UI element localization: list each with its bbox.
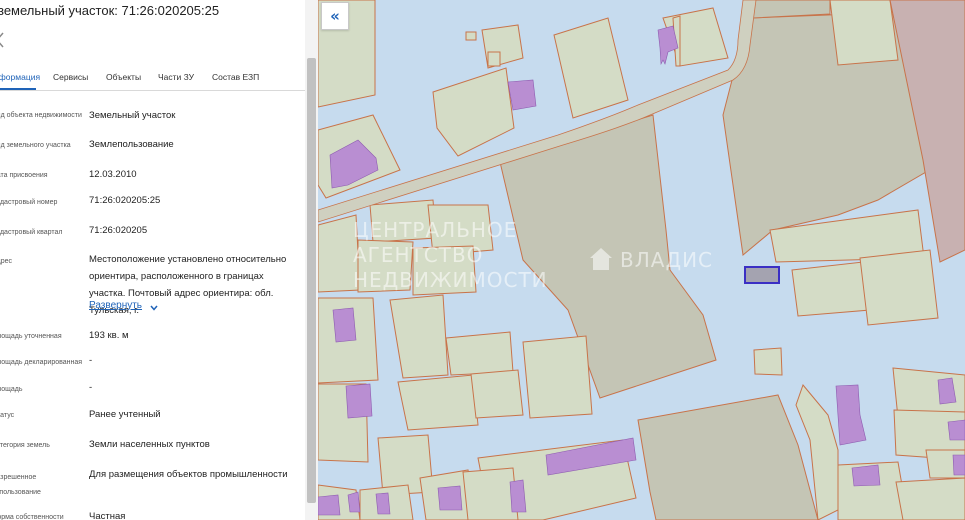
attr-value-assignment-date: 12.03.2010 bbox=[89, 169, 137, 180]
active-tab-indicator bbox=[0, 88, 36, 90]
watermark-line: ЦЕНТРАЛЬНОЕ bbox=[353, 218, 518, 242]
attr-label-status: Статус bbox=[0, 412, 15, 419]
tab-ezp-composition[interactable]: Состав ЕЗП bbox=[212, 72, 259, 82]
house-logo-icon bbox=[590, 248, 612, 270]
building bbox=[835, 384, 867, 446]
building bbox=[509, 479, 527, 513]
building bbox=[375, 492, 391, 515]
attr-value-cadastral-quarter: 71:26:020205 bbox=[89, 225, 148, 236]
parcel bbox=[895, 477, 965, 520]
attr-value-permitted-use: Для размещения объектов промышленности bbox=[89, 469, 288, 480]
attr-value-object-type: Земельный участок bbox=[89, 110, 176, 121]
panel-scrollbar-thumb[interactable] bbox=[307, 58, 316, 503]
watermark-line: АГЕНТСТВО bbox=[353, 243, 484, 267]
building bbox=[507, 79, 537, 111]
tab-services[interactable]: Сервисы bbox=[53, 72, 88, 82]
attr-label-object-type: Вид объекта недвижимости bbox=[0, 112, 82, 119]
attr-label-assignment-date: Дата присвоения bbox=[0, 172, 48, 179]
collapse-panel-button[interactable]: « bbox=[321, 2, 349, 30]
info-panel: земельный участок: 71:26:020205:25 Инфор… bbox=[0, 0, 305, 520]
tab-bar: Информация Сервисы Объекты Части ЗУ Сост… bbox=[0, 66, 305, 91]
parcel bbox=[522, 335, 593, 419]
attr-label-ownership-form: Форма собственности bbox=[0, 514, 64, 520]
tab-parcel-parts[interactable]: Части ЗУ bbox=[158, 72, 194, 82]
parcel bbox=[829, 0, 899, 66]
building bbox=[851, 464, 881, 487]
attr-value-cadastral-number: 71:26:020205:25 bbox=[89, 195, 161, 206]
selected-parcel bbox=[744, 266, 780, 284]
attr-value-land-category: Земли населенных пунктов bbox=[89, 439, 210, 450]
parcel bbox=[462, 467, 519, 520]
building bbox=[347, 491, 361, 513]
tab-objects[interactable]: Объекты bbox=[106, 72, 141, 82]
double-chevron-left-icon: « bbox=[330, 6, 340, 25]
attr-value-area-declared: - bbox=[89, 355, 93, 366]
building bbox=[952, 454, 965, 476]
parcel bbox=[859, 249, 939, 326]
building bbox=[947, 419, 965, 441]
watermark-text: ЦЕНТРАЛЬНОЕ АГЕНТСТВО НЕДВИЖИМОСТИ bbox=[353, 218, 548, 293]
attr-label-parcel-type: Вид земельного участка bbox=[0, 142, 71, 149]
parcel bbox=[470, 369, 524, 419]
parcel bbox=[553, 17, 629, 119]
attr-label-land-category: Категория земель bbox=[0, 442, 50, 449]
attr-label-area: Площадь bbox=[0, 386, 23, 393]
attr-label-permitted-use: Разрешенное использование bbox=[0, 474, 41, 496]
parcel bbox=[791, 261, 871, 317]
expand-link[interactable]: Развернуть bbox=[89, 300, 142, 311]
parcel bbox=[432, 67, 515, 157]
watermark-brand: ВЛАДИС bbox=[620, 248, 713, 272]
parcel bbox=[397, 374, 479, 431]
watermark-line: НЕДВИЖИМОСТИ bbox=[353, 268, 548, 292]
building bbox=[318, 494, 341, 516]
chevron-down-icon[interactable] bbox=[149, 303, 159, 313]
building bbox=[437, 485, 463, 511]
attr-label-area-declared: Площадь декларированная bbox=[0, 359, 83, 366]
attr-value-parcel-type: Землепользование bbox=[89, 139, 174, 150]
attr-label-address: Адрес bbox=[0, 258, 13, 265]
tab-information[interactable]: Информация bbox=[0, 72, 40, 82]
attr-value-ownership-form: Частная bbox=[89, 511, 126, 520]
attr-value-area: - bbox=[89, 382, 93, 393]
attr-label-cadastral-number: Кадастровый номер bbox=[0, 199, 58, 206]
parcel bbox=[487, 51, 501, 67]
parcel bbox=[637, 394, 819, 520]
attr-value-status: Ранее учтенный bbox=[89, 409, 161, 420]
attr-value-area-specified: 193 кв. м bbox=[89, 330, 129, 341]
building bbox=[332, 307, 357, 343]
attr-label-cadastral-quarter: Кадастровый квартал bbox=[0, 229, 63, 236]
parcel bbox=[465, 31, 477, 41]
building bbox=[345, 383, 373, 419]
chevron-left-icon[interactable] bbox=[0, 30, 6, 50]
parcel bbox=[753, 347, 783, 376]
panel-title: земельный участок: 71:26:020205:25 bbox=[0, 3, 220, 18]
attr-label-area-specified: Площадь уточненная bbox=[0, 333, 62, 340]
parcel bbox=[445, 331, 514, 376]
parcel bbox=[389, 294, 449, 379]
